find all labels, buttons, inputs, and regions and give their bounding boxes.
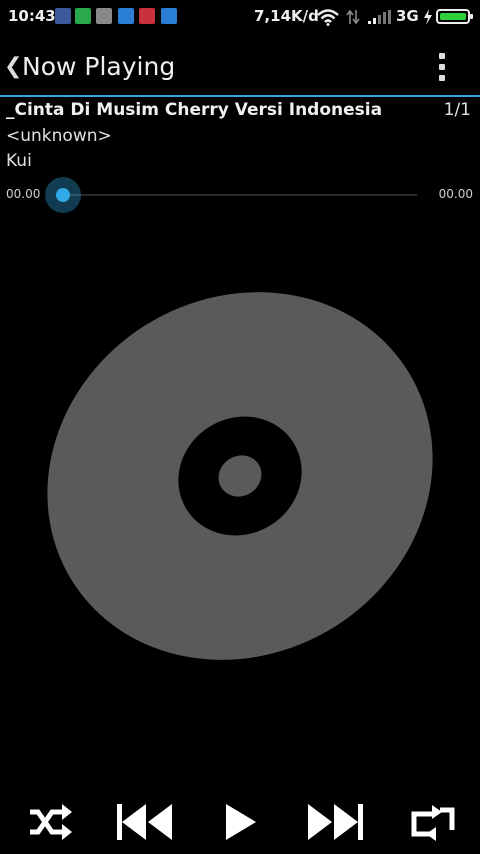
message-icon bbox=[139, 8, 155, 24]
header-divider bbox=[0, 95, 480, 97]
weather-icon bbox=[161, 8, 177, 24]
track-album: Kui bbox=[6, 151, 32, 171]
track-artist: <unknown> bbox=[6, 126, 112, 146]
track-title: _Cinta Di Musim Cherry Versi Indonesia bbox=[6, 100, 383, 120]
status-time: 10:43 bbox=[8, 7, 56, 25]
playback-controls bbox=[0, 790, 480, 854]
album-art-disc-icon bbox=[47, 292, 433, 660]
data-transfer-icon bbox=[346, 9, 360, 25]
battery-icon bbox=[436, 9, 473, 24]
repeat-icon bbox=[411, 805, 455, 841]
bbm-icon bbox=[75, 8, 91, 24]
next-icon bbox=[308, 804, 363, 840]
seek-thumb[interactable] bbox=[45, 177, 81, 213]
app-icon bbox=[96, 8, 112, 24]
next-button[interactable] bbox=[304, 790, 366, 854]
action-bar: ❮ Now Playing bbox=[0, 40, 480, 94]
overflow-menu-icon[interactable] bbox=[432, 50, 454, 84]
page-title[interactable]: Now Playing bbox=[22, 52, 175, 81]
total-time: 00.00 bbox=[438, 187, 473, 201]
elapsed-time: 00.00 bbox=[6, 187, 41, 201]
facebook-icon bbox=[55, 8, 71, 24]
status-bar: 10:43 7,14K/d 3G bbox=[0, 0, 480, 34]
track-position: 1/1 bbox=[443, 100, 471, 120]
camera-icon bbox=[118, 8, 134, 24]
network-speed: 7,14K/d bbox=[254, 7, 319, 25]
charging-icon bbox=[424, 9, 432, 25]
network-type: 3G bbox=[396, 7, 419, 25]
shuffle-button[interactable] bbox=[20, 790, 80, 854]
seek-bar[interactable] bbox=[60, 194, 417, 196]
play-button[interactable] bbox=[212, 790, 272, 854]
wifi-icon bbox=[317, 9, 339, 26]
previous-icon bbox=[117, 804, 172, 840]
play-icon bbox=[226, 804, 256, 840]
repeat-button[interactable] bbox=[404, 790, 464, 854]
back-chevron-icon[interactable]: ❮ bbox=[4, 54, 22, 79]
previous-button[interactable] bbox=[114, 790, 176, 854]
shuffle-icon bbox=[30, 804, 72, 840]
signal-icon bbox=[368, 10, 391, 24]
